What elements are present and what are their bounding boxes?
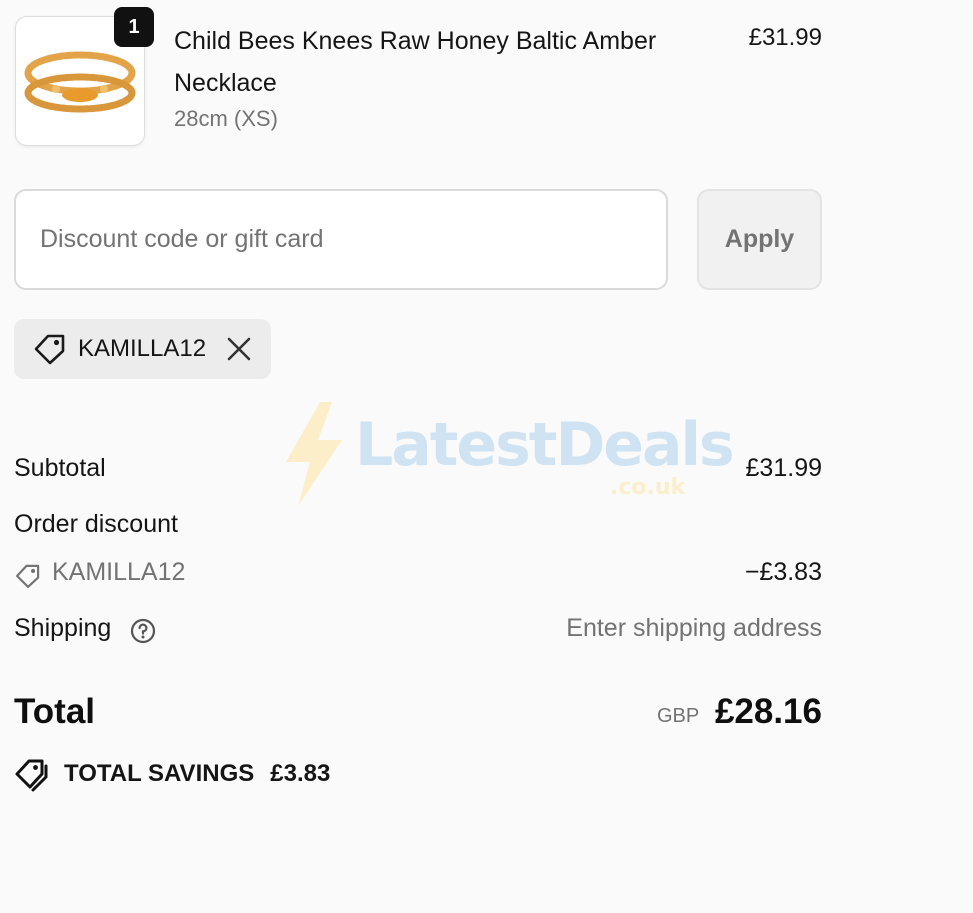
discount-code-input[interactable]: Discount code or gift card: [14, 189, 668, 290]
help-icon[interactable]: [130, 618, 156, 644]
product-name: Child Bees Knees Raw Honey Baltic Amber …: [174, 27, 657, 97]
total-savings: TOTAL SAVINGS £3.83: [14, 756, 330, 792]
applied-code: KAMILLA12: [78, 335, 207, 362]
discount-line-value: −£3.83: [744, 558, 822, 586]
order-discount-row: Order discount: [14, 510, 822, 539]
product-price: £31.99: [748, 24, 822, 51]
shipping-value: Enter shipping address: [566, 614, 822, 642]
subtotal-label: Subtotal: [14, 454, 106, 482]
apply-button[interactable]: Apply: [697, 189, 822, 290]
currency-code: GBP: [657, 705, 700, 727]
savings-tags-icon: [15, 759, 48, 792]
tag-icon: [34, 334, 65, 365]
savings-label: TOTAL SAVINGS: [64, 760, 255, 787]
applied-discount-chip: KAMILLA12: [14, 319, 271, 379]
order-discount-label: Order discount: [14, 510, 178, 538]
discount-line-code: KAMILLA12: [52, 558, 186, 586]
line-item: 1 Child Bees Knees Raw Honey Baltic Ambe…: [15, 7, 822, 148]
shipping-row: Shipping Enter shipping address: [14, 614, 822, 644]
savings-amount: £3.83: [270, 760, 331, 787]
remove-code-icon[interactable]: [226, 336, 252, 362]
subtotal-value: £31.99: [745, 454, 822, 482]
total-amount: £28.16: [714, 692, 822, 731]
subtotal-row: Subtotal £31.99: [14, 454, 822, 483]
discount-input-placeholder: Discount code or gift card: [40, 225, 324, 253]
shipping-label: Shipping: [14, 614, 112, 642]
total-label: Total: [14, 692, 96, 731]
product-variant: 28cm (XS): [174, 106, 278, 131]
tag-icon: [16, 564, 40, 588]
quantity-badge: 1: [114, 7, 154, 47]
